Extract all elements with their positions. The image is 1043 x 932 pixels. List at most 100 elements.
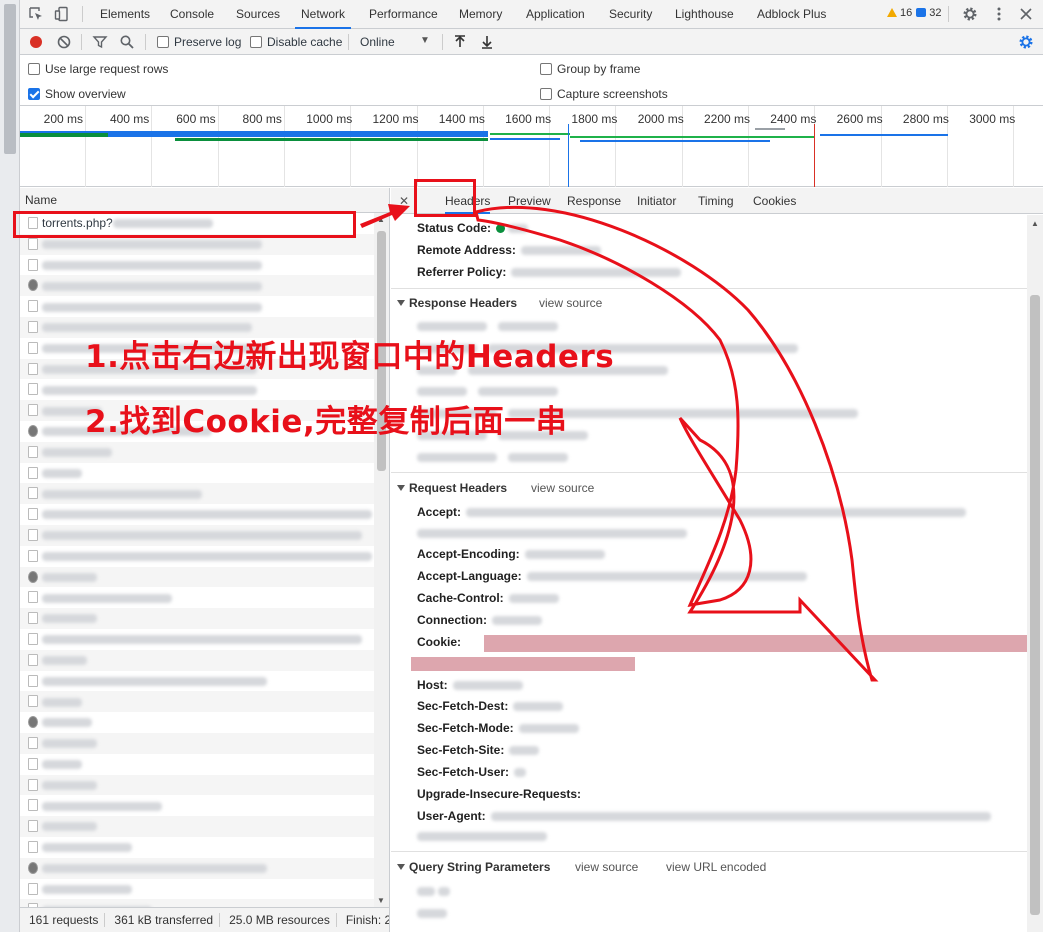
request-view-source-link[interactable]: view source — [531, 481, 594, 495]
tab-memory[interactable]: Memory — [459, 0, 502, 29]
checkbox-box[interactable] — [28, 88, 40, 100]
scroll-up-icon[interactable]: ▲ — [1031, 219, 1039, 228]
request-row[interactable] — [20, 546, 389, 567]
scroll-up-icon[interactable]: ▲ — [377, 215, 385, 224]
request-headers-title: Request Headers — [409, 481, 508, 495]
redacted-request-name — [42, 489, 202, 499]
cookie-value-highlight[interactable] — [484, 635, 1027, 652]
query-param-row — [417, 884, 451, 898]
network-settings-gear-icon[interactable] — [1018, 34, 1034, 50]
request-row[interactable] — [20, 629, 389, 650]
header-key: Status Code: — [417, 221, 492, 235]
throttle-select[interactable]: Online ▼ — [360, 35, 430, 49]
request-row[interactable] — [20, 816, 389, 837]
checkbox-box[interactable] — [540, 88, 552, 100]
tab-sources[interactable]: Sources — [236, 0, 280, 29]
settings-gear-icon[interactable] — [962, 6, 978, 22]
request-row[interactable] — [20, 691, 389, 713]
request-row[interactable] — [20, 837, 389, 858]
query-view-source-link[interactable]: view source — [575, 860, 638, 874]
name-column-header[interactable]: Name — [20, 188, 389, 213]
detail-tab-initiator[interactable]: Initiator — [637, 188, 676, 214]
show-overview-checkbox[interactable]: Show overview — [28, 87, 126, 101]
detail-tab-preview[interactable]: Preview — [508, 188, 551, 214]
request-row[interactable] — [20, 732, 389, 754]
close-detail-icon[interactable]: ✕ — [399, 194, 409, 208]
filter-icon[interactable] — [92, 34, 108, 50]
tab-performance[interactable]: Performance — [369, 0, 438, 29]
request-row[interactable] — [20, 275, 389, 297]
import-har-icon[interactable] — [452, 34, 468, 50]
checkbox-box[interactable] — [28, 63, 40, 75]
detail-tab-cookies[interactable]: Cookies — [753, 188, 796, 214]
tab-console[interactable]: Console — [170, 0, 214, 29]
request-row[interactable] — [20, 524, 389, 546]
export-har-icon[interactable] — [479, 34, 495, 50]
request-row[interactable] — [20, 712, 389, 733]
request-row[interactable] — [20, 608, 389, 629]
request-row[interactable] — [20, 504, 389, 525]
request-row[interactable] — [20, 566, 389, 588]
detail-tab-timing[interactable]: Timing — [698, 188, 734, 214]
tab-application[interactable]: Application — [526, 0, 585, 29]
scrollbar-thumb[interactable] — [1030, 295, 1040, 915]
request-row[interactable] — [20, 899, 389, 907]
request-row[interactable] — [20, 774, 389, 796]
request-list-scrollbar[interactable]: ▲ ▼ — [374, 213, 389, 907]
request-row[interactable] — [20, 483, 389, 505]
request-row[interactable] — [20, 296, 389, 317]
record-icon[interactable] — [28, 34, 44, 50]
large-rows-checkbox[interactable]: Use large request rows — [28, 62, 168, 76]
request-row[interactable] — [20, 441, 389, 463]
tab-elements[interactable]: Elements — [100, 0, 150, 29]
cookie-value-highlight-continued[interactable] — [411, 657, 635, 671]
response-headers-toggle[interactable]: Response Headers — [397, 296, 517, 310]
request-row[interactable] — [20, 463, 389, 484]
issues-counter[interactable]: 16 32 — [887, 7, 942, 19]
request-row[interactable] — [20, 857, 389, 879]
capture-screenshots-checkbox[interactable]: Capture screenshots — [540, 87, 668, 101]
detail-tab-response[interactable]: Response — [567, 188, 621, 214]
redacted-request-name — [42, 864, 267, 874]
file-icon — [28, 820, 38, 833]
checkbox-box[interactable] — [157, 36, 169, 48]
group-by-frame-checkbox[interactable]: Group by frame — [540, 62, 640, 76]
device-toolbar-icon[interactable] — [54, 6, 70, 22]
request-row[interactable] — [20, 879, 389, 900]
file-icon — [28, 279, 38, 292]
clear-icon[interactable] — [56, 34, 72, 50]
headers-view: Status Code: Remote Address: Referrer Po… — [391, 215, 1027, 932]
network-overview-timeline[interactable]: 200 ms 400 ms 600 ms 800 ms 1000 ms 1200 ms 14… — [20, 106, 1043, 187]
search-icon[interactable] — [119, 34, 135, 50]
inspect-element-icon[interactable] — [28, 6, 44, 22]
request-row[interactable] — [20, 671, 389, 692]
request-row[interactable] — [20, 795, 389, 816]
tab-security[interactable]: Security — [609, 0, 652, 29]
request-row[interactable] — [20, 754, 389, 775]
expand-triangle-icon — [397, 864, 405, 870]
tab-adblock-plus[interactable]: Adblock Plus — [757, 0, 826, 29]
request-row[interactable] — [20, 649, 389, 671]
request-headers-toggle[interactable]: Request Headers — [397, 481, 507, 495]
response-view-source-link[interactable]: view source — [539, 296, 602, 310]
more-options-icon[interactable] — [991, 6, 1007, 22]
checkbox-box[interactable] — [250, 36, 262, 48]
file-icon — [28, 341, 38, 354]
tab-lighthouse[interactable]: Lighthouse — [675, 0, 734, 29]
query-view-url-encoded-link[interactable]: view URL encoded — [666, 860, 766, 874]
request-row[interactable] — [20, 587, 389, 608]
redacted-request-name — [42, 468, 82, 478]
tab-network[interactable]: Network — [295, 0, 352, 29]
checkbox-box[interactable] — [540, 63, 552, 75]
file-icon — [28, 424, 38, 437]
request-header-host: Host: — [417, 678, 523, 692]
close-icon[interactable] — [1018, 6, 1034, 22]
detail-scrollbar[interactable]: ▲ — [1027, 215, 1043, 932]
disable-cache-checkbox[interactable]: Disable cache — [250, 35, 342, 49]
warning-icon — [887, 8, 897, 17]
request-row[interactable] — [20, 255, 389, 276]
scroll-down-icon[interactable]: ▼ — [377, 896, 385, 905]
preserve-log-checkbox[interactable]: Preserve log — [157, 35, 241, 49]
query-params-toggle[interactable]: Query String Parameters — [397, 860, 550, 874]
os-scrollbar[interactable] — [4, 4, 16, 154]
